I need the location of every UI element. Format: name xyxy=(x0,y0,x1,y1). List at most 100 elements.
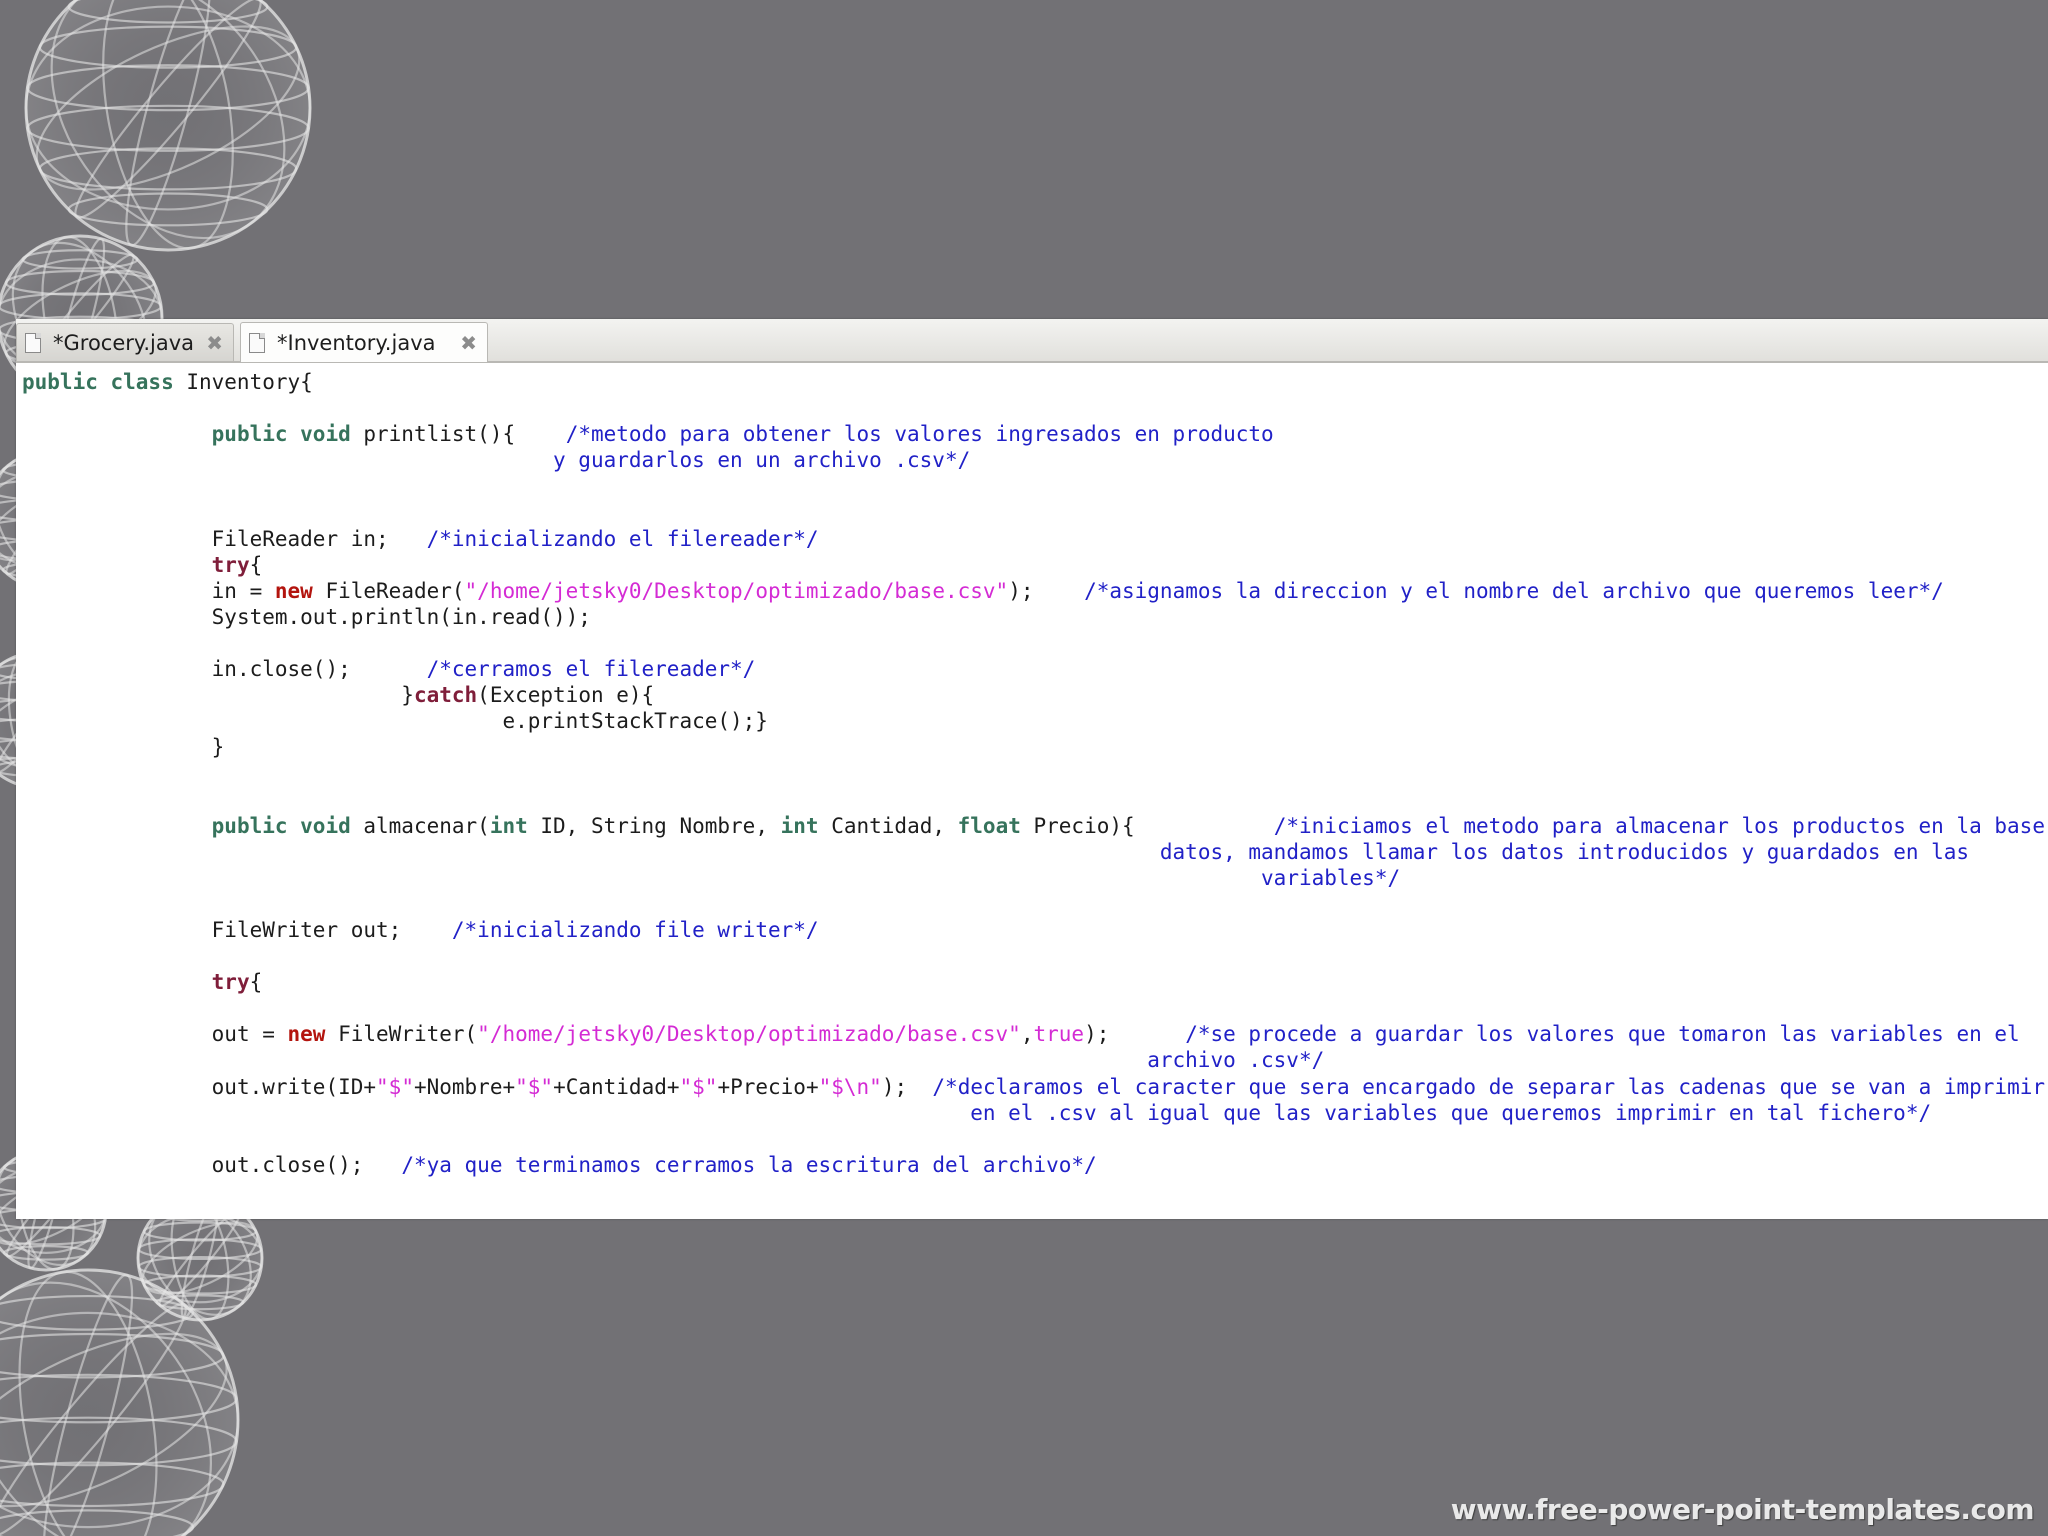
code-text: { xyxy=(249,552,263,577)
comment: /*cerramos el filereader*/ xyxy=(426,657,756,682)
code-text: ); xyxy=(881,1074,908,1099)
code-line: public class Inventory{ xyxy=(22,369,2048,395)
code-text: Precio){ xyxy=(1020,813,1135,838)
code-line: }catch(Exception e){ xyxy=(22,682,2048,708)
tab-label: *Inventory.java xyxy=(277,330,436,355)
keyword: public class xyxy=(22,370,174,394)
code-line: try{ xyxy=(22,969,2048,995)
code-text: FileReader in; xyxy=(211,526,389,551)
keyword: catch xyxy=(413,683,478,708)
code-line: public void almacenar(int ID, String Nom… xyxy=(22,813,2048,839)
code-text: in.close(); xyxy=(211,657,351,682)
comment: /*declaramos el caracter que sera encarg… xyxy=(932,1074,2045,1099)
code-line: } xyxy=(22,734,2048,760)
close-icon[interactable]: ✖ xyxy=(460,333,477,353)
code-line: FileWriter out; /*inicializando file wri… xyxy=(22,917,2048,943)
code-editor-window: *Grocery.java ✖ *Inventory.java ✖ public… xyxy=(16,319,2048,1219)
string-literal: "$\n" xyxy=(818,1074,882,1099)
code-text: , xyxy=(1020,1022,1034,1047)
comment: /*inicializando el filereader*/ xyxy=(426,526,819,551)
code-line: e.printStackTrace();} xyxy=(22,708,2048,734)
code-text: FileWriter out; xyxy=(211,917,402,942)
code-text: FileReader( xyxy=(312,578,465,603)
code-line: in = new FileReader("/home/jetsky0/Deskt… xyxy=(22,578,2048,604)
code-line: FileReader in; /*inicializando el filere… xyxy=(22,526,2048,552)
comment: /*iniciamos el metodo para almacenar los… xyxy=(1273,813,2048,838)
string-literal: "$" xyxy=(376,1074,414,1099)
code-text: +Cantidad+ xyxy=(553,1074,680,1099)
watermark-url: www.free-power-point-templates.com xyxy=(1450,1493,2035,1526)
code-text: +Precio+ xyxy=(717,1074,819,1099)
keyword: new xyxy=(274,578,313,603)
code-line: public void printlist(){ /*metodo para o… xyxy=(22,421,2048,447)
code-text-area[interactable]: public class Inventory{ public void prin… xyxy=(22,369,2048,1178)
code-text: printlist(){ xyxy=(350,422,516,447)
code-text: out.close(); xyxy=(211,1152,364,1177)
keyword: try xyxy=(211,970,250,995)
string-literal: "/home/jetsky0/Desktop/optimizado/base.c… xyxy=(464,578,1009,603)
boolean-literal: true xyxy=(1033,1022,1085,1047)
java-file-icon xyxy=(249,332,265,353)
code-line: archivo .csv*/ xyxy=(22,1047,2048,1073)
tab-inventory-java[interactable]: *Inventory.java ✖ xyxy=(240,322,488,362)
code-text: ); xyxy=(1008,578,1034,603)
code-text: (Exception e){ xyxy=(477,683,655,708)
code-line: out.write(ID+"$"+Nombre+"$"+Cantidad+"$"… xyxy=(22,1074,2048,1100)
comment: /*asignamos la direccion y el nombre del… xyxy=(1084,578,1944,603)
code-text: } xyxy=(401,683,414,708)
keyword: float xyxy=(957,813,1021,838)
code-line: variables*/ xyxy=(22,865,2048,891)
code-text: Inventory{ xyxy=(173,370,313,394)
code-line: System.out.println(in.read()); xyxy=(22,604,2048,630)
keyword: public void xyxy=(211,422,351,447)
tab-label: *Grocery.java xyxy=(53,330,195,355)
keyword: new xyxy=(287,1022,326,1047)
code-text: { xyxy=(249,970,263,995)
code-text: System.out.println(in.read()); xyxy=(211,604,591,629)
code-text: almacenar( xyxy=(350,813,490,838)
code-line: y guardarlos en un archivo .csv*/ xyxy=(22,447,2048,473)
comment: /*inicializando file writer*/ xyxy=(451,917,819,942)
code-text: e.printStackTrace();} xyxy=(502,709,768,734)
string-literal: "$" xyxy=(679,1074,718,1099)
keyword: int xyxy=(489,813,528,838)
close-icon[interactable]: ✖ xyxy=(206,333,223,353)
code-text: out.write(ID+ xyxy=(211,1074,377,1099)
code-line: try{ xyxy=(22,552,2048,578)
code-text: ); xyxy=(1084,1022,1110,1047)
comment: variables*/ xyxy=(1261,865,1401,890)
code-text: out = xyxy=(211,1022,288,1047)
java-file-icon xyxy=(25,332,41,353)
string-literal: "$" xyxy=(515,1074,554,1099)
tab-grocery-java[interactable]: *Grocery.java ✖ xyxy=(16,323,234,361)
comment: datos, mandamos llamar los datos introdu… xyxy=(1159,839,1970,864)
comment: archivo .csv*/ xyxy=(1147,1048,1325,1073)
comment: y guardarlos en un archivo .csv*/ xyxy=(553,448,971,473)
code-text: FileWriter( xyxy=(325,1022,478,1047)
code-line: en el .csv al igual que las variables qu… xyxy=(22,1100,2048,1126)
code-line: out.close(); /*ya que terminamos cerramo… xyxy=(22,1152,2048,1178)
comment: /*metodo para obtener los valores ingres… xyxy=(565,422,1274,447)
code-text: in = xyxy=(211,578,275,603)
code-text: +Nombre+ xyxy=(413,1074,516,1099)
editor-tab-bar: *Grocery.java ✖ *Inventory.java ✖ xyxy=(16,319,2048,363)
comment: /*ya que terminamos cerramos la escritur… xyxy=(401,1152,1097,1177)
comment: en el .csv al igual que las variables qu… xyxy=(970,1100,1932,1125)
keyword: try xyxy=(211,552,250,577)
code-text: ID, String Nombre, xyxy=(527,813,781,838)
keyword: int xyxy=(780,813,819,838)
code-text: } xyxy=(211,735,225,760)
code-line: datos, mandamos llamar los datos introdu… xyxy=(22,839,2048,865)
code-text: Cantidad, xyxy=(818,813,958,838)
keyword: public void xyxy=(211,813,351,838)
string-literal: "/home/jetsky0/Desktop/optimizado/base.c… xyxy=(477,1022,1021,1047)
